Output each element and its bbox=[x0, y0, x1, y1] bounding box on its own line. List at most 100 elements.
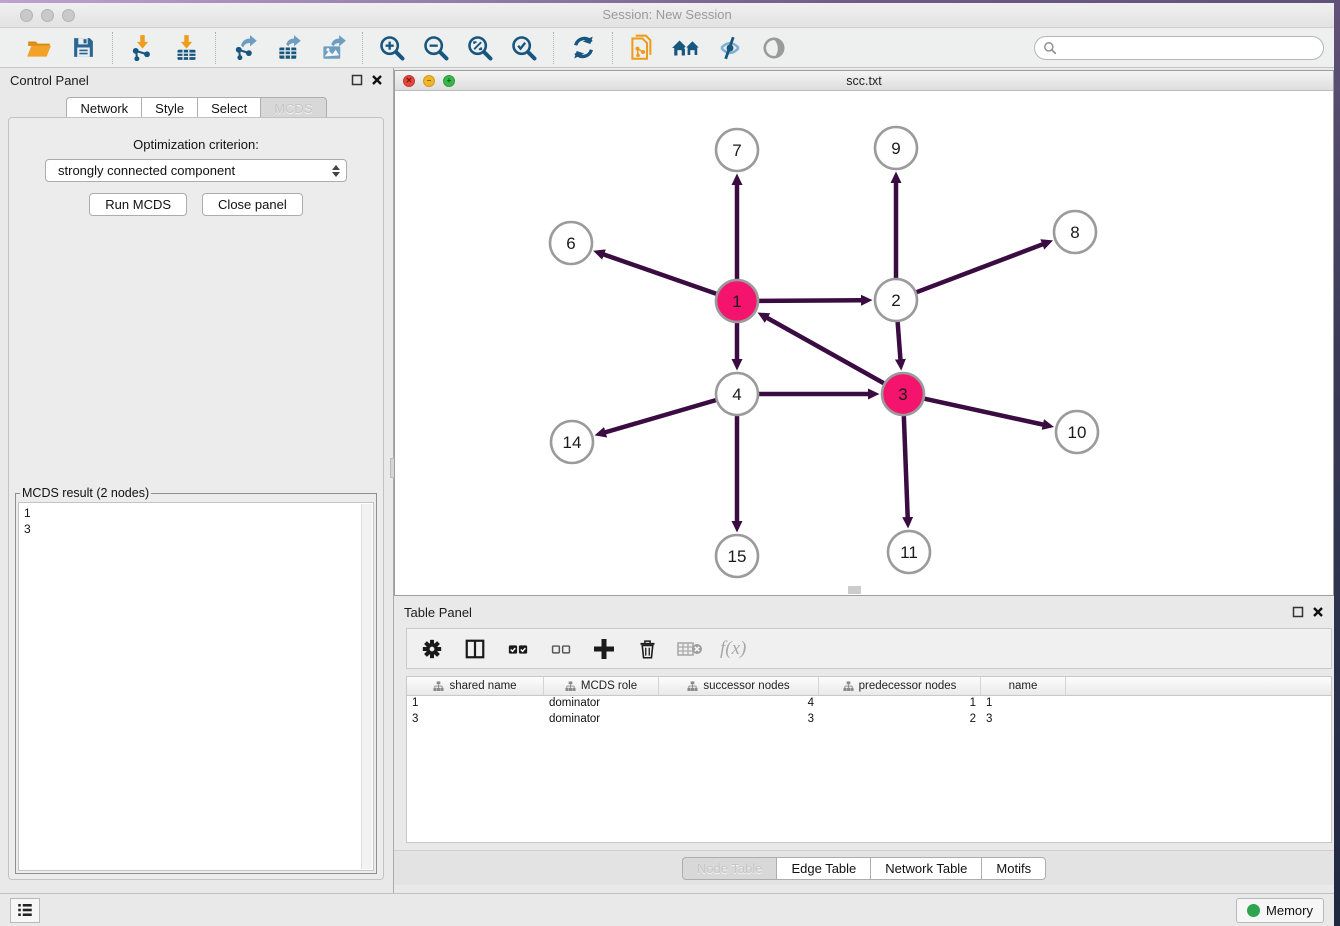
zoom-fit-icon bbox=[466, 34, 494, 62]
network-graph: 7 9 6 8 1 2 4 3 14 10 15 11 bbox=[395, 91, 1320, 595]
tab-edge-table[interactable]: Edge Table bbox=[776, 857, 870, 880]
cell-mcds-role[interactable]: dominator bbox=[544, 712, 659, 728]
save-floppy-icon bbox=[71, 35, 96, 60]
export-network-button[interactable] bbox=[230, 33, 260, 63]
graph-edge-4-14[interactable] bbox=[605, 400, 716, 432]
show-all-networks-button[interactable] bbox=[671, 33, 701, 63]
cell-shared-name[interactable]: 1 bbox=[407, 696, 544, 712]
workspace-region: ✕ − + scc.txt 7968124314101511 Table Pan… bbox=[394, 68, 1334, 893]
cell-name[interactable]: 1 bbox=[981, 696, 1066, 712]
zoom-in-button[interactable] bbox=[377, 33, 407, 63]
close-panel-icon[interactable] bbox=[1312, 606, 1324, 618]
mcds-result-line: 1 bbox=[24, 505, 368, 521]
unselect-all-button[interactable] bbox=[548, 636, 574, 662]
function-builder-button[interactable]: f(x) bbox=[720, 636, 746, 662]
svg-text:7: 7 bbox=[732, 141, 741, 160]
mcds-result-list[interactable]: 1 3 bbox=[18, 502, 374, 871]
column-header-shared-name[interactable]: shared name bbox=[407, 677, 544, 695]
float-panel-icon[interactable] bbox=[1292, 606, 1304, 618]
columns-icon bbox=[464, 638, 486, 660]
graph-node-8[interactable]: 8 bbox=[1054, 211, 1096, 253]
graph-edge-2-8[interactable] bbox=[917, 244, 1044, 292]
cell-shared-name[interactable]: 3 bbox=[407, 712, 544, 728]
hide-graphics-details-button[interactable] bbox=[715, 33, 745, 63]
column-header-name[interactable]: name bbox=[981, 677, 1066, 695]
close-panel-icon[interactable] bbox=[371, 74, 383, 86]
close-panel-button[interactable]: Close panel bbox=[202, 193, 303, 216]
import-network-button[interactable] bbox=[127, 33, 157, 63]
graph-node-11[interactable]: 11 bbox=[888, 531, 930, 573]
save-session-button[interactable] bbox=[68, 33, 98, 63]
zoom-selected-button[interactable] bbox=[509, 33, 539, 63]
cell-predecessor-nodes[interactable]: 1 bbox=[819, 696, 981, 712]
graph-node-14[interactable]: 14 bbox=[551, 421, 593, 463]
table-settings-button[interactable] bbox=[419, 636, 445, 662]
zoom-out-button[interactable] bbox=[421, 33, 451, 63]
zoom-fit-button[interactable] bbox=[465, 33, 495, 63]
cell-predecessor-nodes[interactable]: 2 bbox=[819, 712, 981, 728]
tab-network-table[interactable]: Network Table bbox=[870, 857, 981, 880]
graph-node-1[interactable]: 1 bbox=[716, 280, 758, 322]
search-field[interactable] bbox=[1034, 36, 1324, 60]
export-table-button[interactable] bbox=[274, 33, 304, 63]
canvas-resize-handle[interactable] bbox=[848, 586, 861, 594]
delete-row-button[interactable] bbox=[634, 636, 660, 662]
control-panel: Control Panel Network Style Select MCDS … bbox=[0, 68, 394, 893]
graph-edge-1-2[interactable] bbox=[759, 300, 862, 301]
task-history-button[interactable] bbox=[10, 898, 40, 923]
network-canvas[interactable]: 7 9 6 8 1 2 4 3 14 10 15 11 bbox=[395, 91, 1333, 595]
column-header-predecessor-nodes[interactable]: predecessor nodes bbox=[819, 677, 981, 695]
table-row[interactable]: 1 dominator 4 1 1 bbox=[407, 696, 1331, 712]
cell-mcds-role[interactable]: dominator bbox=[544, 696, 659, 712]
zoom-out-icon bbox=[422, 34, 450, 62]
column-type-icon bbox=[687, 681, 698, 692]
export-image-button[interactable] bbox=[318, 33, 348, 63]
cell-name[interactable]: 3 bbox=[981, 712, 1066, 728]
open-network-document-button[interactable] bbox=[627, 33, 657, 63]
graph-node-2[interactable]: 2 bbox=[875, 279, 917, 321]
open-session-button[interactable] bbox=[24, 33, 54, 63]
tab-node-table[interactable]: Node Table bbox=[682, 857, 777, 880]
show-graphics-details-button[interactable] bbox=[759, 33, 789, 63]
graph-edge-3-11[interactable] bbox=[904, 416, 908, 518]
svg-text:2: 2 bbox=[891, 291, 900, 310]
search-input[interactable] bbox=[1057, 41, 1323, 55]
graph-edge-2-3[interactable] bbox=[898, 322, 901, 360]
dropdown-stepper-icon bbox=[332, 165, 340, 177]
graph-node-3[interactable]: 3 bbox=[882, 373, 924, 415]
memory-button[interactable]: Memory bbox=[1236, 898, 1324, 923]
svg-text:3: 3 bbox=[898, 385, 907, 404]
graph-node-10[interactable]: 10 bbox=[1056, 411, 1098, 453]
svg-text:11: 11 bbox=[900, 543, 918, 562]
select-all-button[interactable] bbox=[505, 636, 531, 662]
graph-node-7[interactable]: 7 bbox=[716, 129, 758, 171]
table-row[interactable]: 3 dominator 3 2 3 bbox=[407, 712, 1331, 728]
open-folder-icon bbox=[26, 35, 52, 61]
column-header-mcds-role[interactable]: MCDS role bbox=[544, 677, 659, 695]
graph-node-4[interactable]: 4 bbox=[716, 373, 758, 415]
memory-status-icon bbox=[1247, 904, 1260, 917]
delete-column-button[interactable] bbox=[677, 636, 703, 662]
graph-edge-3-10[interactable] bbox=[924, 399, 1043, 425]
graph-node-9[interactable]: 9 bbox=[875, 127, 917, 169]
float-panel-icon[interactable] bbox=[351, 74, 363, 86]
desktop-background: Session: New Session bbox=[0, 0, 1340, 926]
graph-edge-1-6[interactable] bbox=[603, 254, 716, 294]
result-scrollbar[interactable] bbox=[361, 504, 372, 869]
cell-successor-nodes[interactable]: 3 bbox=[659, 712, 819, 728]
graph-edge-3-1[interactable] bbox=[767, 318, 884, 384]
graph-node-15[interactable]: 15 bbox=[716, 535, 758, 577]
delete-column-icon bbox=[677, 639, 703, 659]
refresh-layout-button[interactable] bbox=[568, 33, 598, 63]
add-row-button[interactable] bbox=[591, 636, 617, 662]
run-mcds-button[interactable]: Run MCDS bbox=[89, 193, 187, 216]
graph-node-6[interactable]: 6 bbox=[550, 222, 592, 264]
svg-text:4: 4 bbox=[732, 385, 741, 404]
column-header-successor-nodes[interactable]: successor nodes bbox=[659, 677, 819, 695]
tab-motifs[interactable]: Motifs bbox=[981, 857, 1046, 880]
column-label: name bbox=[1009, 680, 1038, 692]
import-table-button[interactable] bbox=[171, 33, 201, 63]
cell-successor-nodes[interactable]: 4 bbox=[659, 696, 819, 712]
show-column-panel-button[interactable] bbox=[462, 636, 488, 662]
criterion-dropdown[interactable]: strongly connected component bbox=[45, 159, 347, 182]
